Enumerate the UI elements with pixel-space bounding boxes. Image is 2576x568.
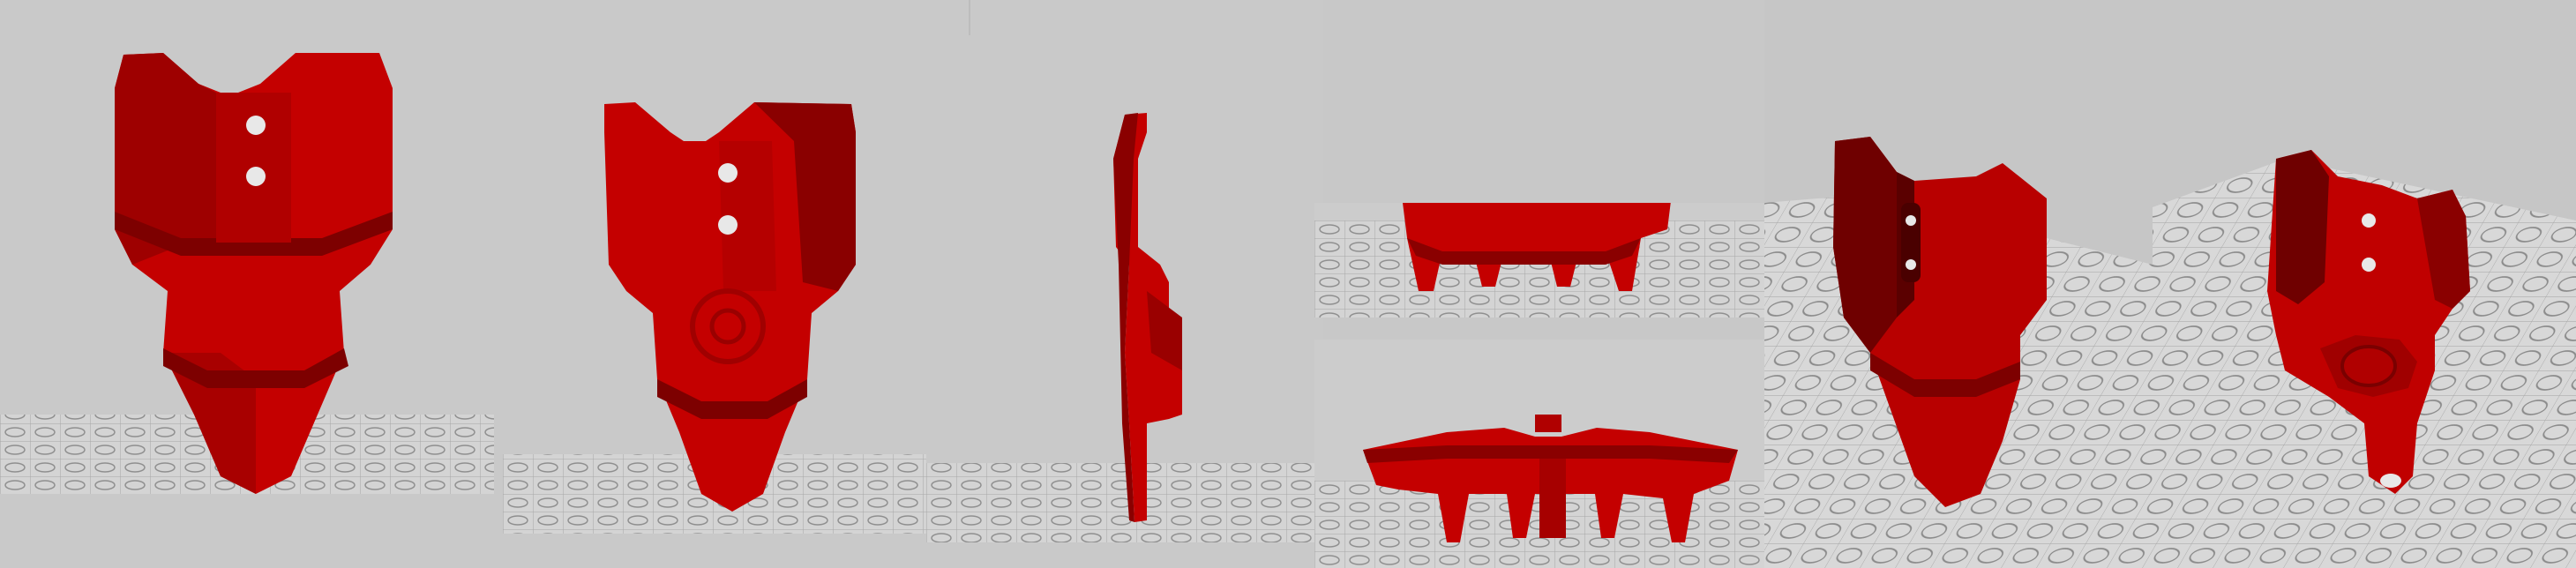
bottom-view-render xyxy=(1314,415,1764,568)
bottom-view-panel xyxy=(1314,340,1764,568)
top-view-panel xyxy=(1314,203,1764,318)
front-view-render xyxy=(0,53,494,494)
armor-part xyxy=(604,102,856,512)
back-view-panel xyxy=(503,0,926,568)
side-view-panel xyxy=(926,0,1323,568)
back-view-render xyxy=(503,102,926,534)
view-divider xyxy=(969,0,970,35)
front-view-panel xyxy=(0,0,503,568)
isometric-front-view-render xyxy=(1764,137,2153,568)
isometric-back-view-render xyxy=(2153,150,2576,568)
side-view-render xyxy=(926,113,1314,542)
ground-grid xyxy=(926,463,1314,542)
isometric-back-view-panel xyxy=(2153,0,2576,568)
isometric-front-view-panel xyxy=(1764,0,2153,568)
top-view-render xyxy=(1314,203,1764,318)
armor-part xyxy=(1113,113,1182,522)
